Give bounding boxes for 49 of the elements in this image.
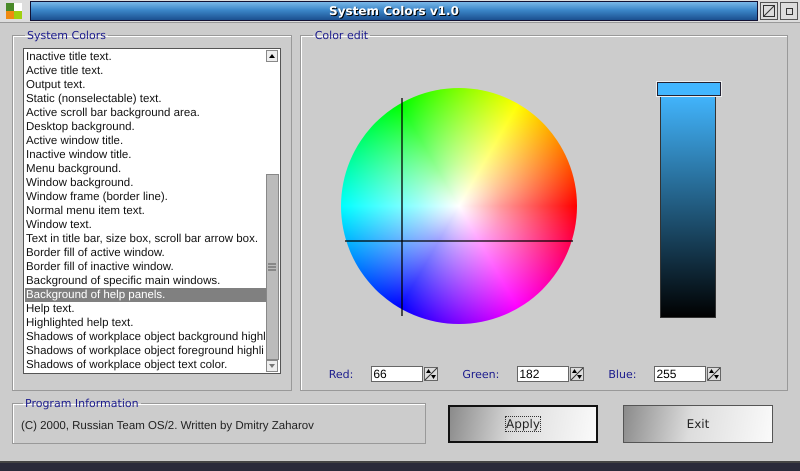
- list-item[interactable]: Highlighted help text.: [25, 316, 266, 330]
- list-item[interactable]: Static (nonselectable) text.: [25, 92, 266, 106]
- grip-icon: [268, 263, 276, 271]
- scroll-down-icon[interactable]: [266, 360, 278, 372]
- scroll-thumb[interactable]: [266, 174, 279, 360]
- exit-button[interactable]: Exit: [623, 405, 773, 443]
- field-label: Red:: [328, 368, 354, 380]
- apply-button[interactable]: Apply: [448, 405, 598, 443]
- maximize-icon[interactable]: [760, 2, 778, 20]
- list-item[interactable]: Active title text.: [25, 64, 266, 78]
- list-item[interactable]: Window text.: [25, 218, 266, 232]
- list-item[interactable]: Desktop background.: [25, 120, 266, 134]
- list-item[interactable]: Border fill of inactive window.: [25, 260, 266, 274]
- restore-icon[interactable]: [780, 2, 798, 20]
- list-item[interactable]: Inactive title text.: [25, 50, 266, 64]
- list-item[interactable]: Active window title.: [25, 134, 266, 148]
- app-icon[interactable]: [6, 3, 22, 19]
- list-item[interactable]: Menu background.: [25, 162, 266, 176]
- list-item[interactable]: Window frame (border line).: [25, 190, 266, 204]
- color-list[interactable]: [23, 48, 281, 374]
- group-title: Color edit: [314, 29, 370, 42]
- group-title: System Colors: [26, 29, 107, 42]
- window-title: System Colors v1.0: [329, 4, 459, 18]
- group-title: Program Information: [24, 397, 140, 410]
- scroll-bar[interactable]: [266, 50, 279, 372]
- list-item[interactable]: Active scroll bar background area.: [25, 106, 266, 120]
- list-item[interactable]: Normal menu item text.: [25, 204, 266, 218]
- list-item[interactable]: Shadows of workplace object background highl: [25, 330, 266, 344]
- slider-thumb[interactable]: [656, 82, 721, 96]
- spin-arrows-icon[interactable]: [424, 367, 438, 381]
- list-item[interactable]: Text in title bar, size box, scroll bar arrow box.: [25, 232, 266, 246]
- list-item[interactable]: Border fill of active window.: [25, 246, 266, 260]
- list-item[interactable]: Window background.: [25, 176, 266, 190]
- list-item[interactable]: Background of help panels.: [25, 288, 266, 302]
- spin-arrows-icon[interactable]: [707, 367, 722, 381]
- list-item[interactable]: Inactive window title.: [25, 148, 266, 162]
- field-label: Blue:: [608, 368, 636, 380]
- scroll-up-icon[interactable]: [266, 50, 278, 62]
- spin-arrows-icon[interactable]: [570, 367, 584, 381]
- list-item[interactable]: Output text.: [25, 78, 266, 92]
- number-field[interactable]: 255: [654, 366, 706, 382]
- field-label: Green:: [462, 368, 500, 380]
- copyright-text: (C) 2000, Russian Team OS/2. Written by Dmitry Zaharov: [21, 420, 314, 432]
- list-item[interactable]: Shadows of workplace object foreground highli: [25, 344, 266, 358]
- list-item[interactable]: Help text.: [25, 302, 266, 316]
- number-field[interactable]: 182: [517, 366, 570, 382]
- list-item[interactable]: Shadows of workplace object text color.: [25, 358, 266, 372]
- list-item[interactable]: Background of specific main windows.: [25, 274, 266, 288]
- number-field[interactable]: 66: [371, 366, 424, 382]
